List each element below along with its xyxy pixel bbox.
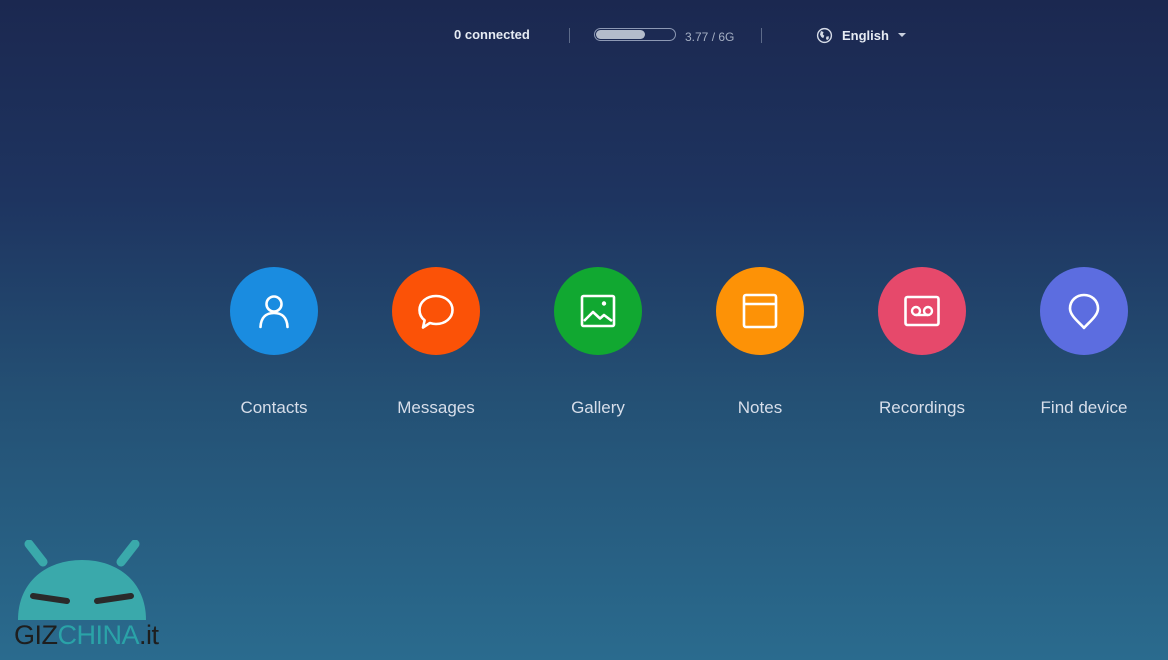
app-recordings[interactable]: Recordings — [852, 267, 992, 427]
recording-icon — [904, 295, 940, 327]
android-logo-icon — [18, 540, 146, 620]
app-icon-circle — [392, 267, 480, 355]
app-label: Gallery — [571, 398, 625, 417]
app-notes[interactable]: Notes — [690, 267, 830, 427]
app-icon-circle — [878, 267, 966, 355]
watermark: GIZCHINA.it — [10, 540, 160, 655]
note-icon — [742, 293, 778, 329]
image-icon — [580, 294, 616, 328]
app-icon-circle — [1040, 267, 1128, 355]
contact-icon — [259, 295, 289, 329]
app-find-device[interactable]: Find device — [1014, 267, 1154, 427]
app-label: Notes — [737, 398, 783, 417]
app-icon-circle — [716, 267, 804, 355]
message-icon — [418, 294, 454, 329]
app-label: Recordings — [879, 398, 965, 417]
watermark-text-tld: .it — [139, 620, 159, 650]
watermark-text: GIZCHINA.it — [14, 620, 159, 650]
app-messages[interactable]: Messages — [366, 267, 506, 427]
app-label: Contacts — [240, 398, 308, 417]
location-icon — [1068, 293, 1100, 330]
app-label: Messages — [397, 398, 475, 417]
watermark-text-china: CHINA — [57, 620, 140, 650]
app-icon-circle — [230, 267, 318, 355]
watermark-text-giz: GIZ — [14, 620, 58, 650]
app-contacts[interactable]: Contacts — [204, 267, 344, 427]
app-grid: Contacts Messages Gallery Notes Recordin… — [0, 0, 1168, 660]
app-label: Find device — [1040, 398, 1128, 417]
app-gallery[interactable]: Gallery — [528, 267, 668, 427]
app-icon-circle — [554, 267, 642, 355]
